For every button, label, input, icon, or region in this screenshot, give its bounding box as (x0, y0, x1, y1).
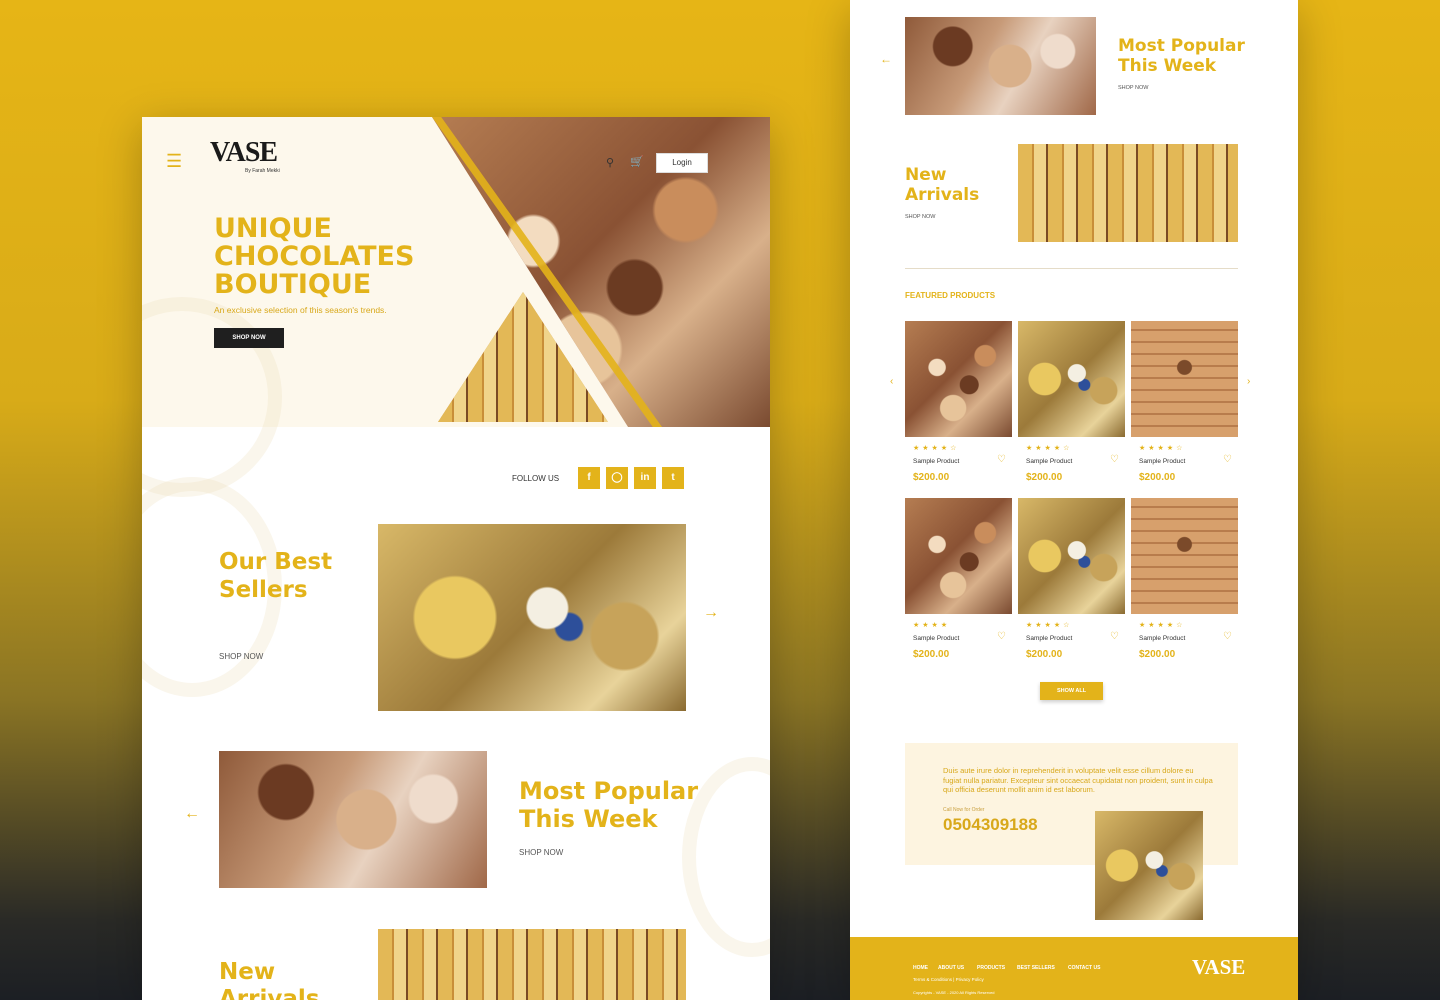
chevron-right-icon[interactable]: › (1247, 376, 1250, 387)
hero-subtitle: An exclusive selection of this season's … (214, 305, 387, 315)
arrow-left-icon[interactable]: ← (184, 805, 200, 823)
footer-copyright: Copyrights - VASE - 2020 All Rights Rese… (913, 990, 995, 995)
footer-logo[interactable]: VASE (1192, 955, 1245, 980)
search-icon[interactable]: ⚲ (606, 156, 614, 169)
login-button[interactable]: Login (656, 153, 708, 173)
section-divider (905, 268, 1238, 269)
new-arrivals-shop-now-link[interactable]: SHOP NOW (905, 214, 935, 220)
rating-stars: ★★★★ (913, 622, 951, 629)
twitter-icon[interactable]: t (662, 467, 684, 489)
product-name: Sample Product (913, 635, 960, 642)
contact-description: Duis aute irure dolor in reprehenderit i… (943, 766, 1213, 794)
most-popular-shop-now-link[interactable]: SHOP NOW (1118, 85, 1148, 91)
best-sellers-image (378, 524, 686, 711)
product-name: Sample Product (1026, 635, 1073, 642)
chevron-left-icon[interactable]: ‹ (890, 376, 893, 387)
logo-tagline: By Farah Mekki (245, 168, 280, 174)
featured-products-label: FEATURED PRODUCTS (905, 291, 996, 300)
product-name: Sample Product (1139, 635, 1186, 642)
footer-link-contact[interactable]: CONTACT US (1068, 965, 1100, 971)
product-price: $200.00 (913, 649, 950, 660)
call-now-label: Call Now for Order (943, 807, 985, 813)
new-arrivals-title: New Arrivals (905, 165, 980, 205)
footer-link-home[interactable]: HOME (913, 965, 928, 971)
product-image (1018, 498, 1125, 614)
product-card[interactable]: ★★★★☆ Sample Product ♡ $200.00 (1018, 321, 1125, 483)
follow-us-label: FOLLOW US (512, 474, 560, 483)
rating-stars: ★★★★☆ (1139, 445, 1186, 452)
product-price: $200.00 (1026, 472, 1063, 483)
product-image (905, 321, 1012, 437)
product-image (1131, 321, 1238, 437)
most-popular-image (905, 17, 1096, 115)
hamburger-icon[interactable]: ☰ (166, 151, 182, 172)
product-price: $200.00 (1139, 472, 1176, 483)
heart-icon[interactable]: ♡ (1223, 631, 1232, 642)
new-arrivals-title: New Arrivals (219, 959, 320, 1000)
product-card[interactable]: ★★★★ Sample Product ♡ $200.00 (905, 498, 1012, 660)
footer-link-best-sellers[interactable]: BEST SELLERS (1017, 965, 1055, 971)
product-card[interactable]: ★★★★☆ Sample Product ♡ $200.00 (1018, 498, 1125, 660)
heart-icon[interactable]: ♡ (1110, 454, 1119, 465)
product-card[interactable]: ★★★★☆ Sample Product ♡ $200.00 (905, 321, 1012, 483)
footer-link-about[interactable]: ABOUT US (938, 965, 964, 971)
linkedin-icon[interactable]: in (634, 467, 656, 489)
product-name: Sample Product (1026, 458, 1073, 465)
heart-icon[interactable]: ♡ (997, 631, 1006, 642)
arrow-left-icon[interactable]: ← (880, 52, 892, 66)
rating-stars: ★★★★☆ (1026, 622, 1073, 629)
product-image (1131, 498, 1238, 614)
most-popular-title: Most Popular This Week (1118, 36, 1245, 76)
footer-terms-links[interactable]: Terms & Conditions | Privacy Policy (913, 977, 984, 982)
best-sellers-shop-now-link[interactable]: SHOP NOW (219, 652, 263, 661)
cart-icon[interactable]: 🛒 (630, 155, 644, 168)
new-arrivals-image (1018, 144, 1238, 242)
new-arrivals-image (378, 929, 686, 1000)
most-popular-title: Most Popular This Week (519, 777, 699, 833)
product-name: Sample Product (913, 458, 960, 465)
show-all-button[interactable]: SHOW ALL (1040, 682, 1103, 700)
most-popular-shop-now-link[interactable]: SHOP NOW (519, 848, 563, 857)
arrow-right-icon[interactable]: → (703, 604, 719, 622)
product-image (1018, 321, 1125, 437)
heart-icon[interactable]: ♡ (997, 454, 1006, 465)
instagram-icon[interactable]: ◯ (606, 467, 628, 489)
rating-stars: ★★★★☆ (1139, 622, 1186, 629)
heart-icon[interactable]: ♡ (1223, 454, 1232, 465)
product-price: $200.00 (1026, 649, 1063, 660)
home-page-mockup-continued: ← Most Popular This Week SHOP NOW New Ar… (850, 0, 1298, 1000)
footer: HOME ABOUT US PRODUCTS BEST SELLERS CONT… (850, 937, 1298, 1000)
footer-link-products[interactable]: PRODUCTS (977, 965, 1005, 971)
home-page-mockup: ☰ VASE By Farah Mekki ⚲ 🛒 Login UNIQUE C… (142, 117, 770, 1000)
product-name: Sample Product (1139, 458, 1186, 465)
hero-section: ☰ VASE By Farah Mekki ⚲ 🛒 Login UNIQUE C… (142, 117, 770, 497)
product-image (905, 498, 1012, 614)
arabic-calligraphy-decoration (142, 297, 282, 497)
product-card[interactable]: ★★★★☆ Sample Product ♡ $200.00 (1131, 321, 1238, 483)
hero-title: UNIQUE CHOCOLATES BOUTIQUE (214, 213, 415, 300)
contact-image (1095, 811, 1203, 920)
product-card[interactable]: ★★★★☆ Sample Product ♡ $200.00 (1131, 498, 1238, 660)
heart-icon[interactable]: ♡ (1110, 631, 1119, 642)
phone-number[interactable]: 0504309188 (943, 815, 1038, 835)
most-popular-image (219, 751, 487, 888)
hero-shop-now-button[interactable]: SHOP NOW (214, 328, 284, 348)
rating-stars: ★★★★☆ (913, 445, 960, 452)
facebook-icon[interactable]: f (578, 467, 600, 489)
product-price: $200.00 (913, 472, 950, 483)
logo[interactable]: VASE (210, 137, 278, 169)
product-price: $200.00 (1139, 649, 1176, 660)
rating-stars: ★★★★☆ (1026, 445, 1073, 452)
best-sellers-title: Our Best Sellers (219, 549, 333, 603)
